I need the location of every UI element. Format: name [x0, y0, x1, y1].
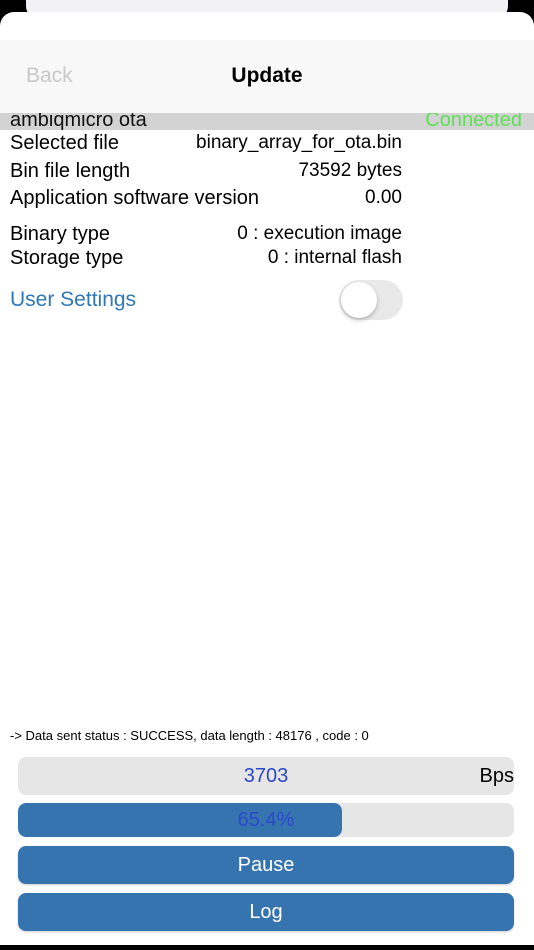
selected-file-label: Selected file	[10, 132, 119, 154]
transfer-rate-value: 3703	[243, 765, 289, 787]
log-button[interactable]: Log	[18, 893, 514, 931]
storage-type-label: Storage type	[10, 247, 124, 269]
toggle-knob	[341, 282, 377, 318]
bin-length-label: Bin file length	[10, 160, 131, 182]
upload-progress-bar: 65.4%	[18, 803, 514, 837]
page-title: Update	[231, 64, 303, 87]
app-version-label: Application software version	[10, 187, 260, 209]
update-sheet: ambiqmicro ota Connected Back Update Sel…	[0, 12, 534, 945]
app-version-value: 0.00	[365, 187, 402, 208]
binary-type-value: 0 : execution image	[237, 223, 402, 244]
navigation-bar: Back Update	[0, 40, 534, 113]
transfer-rate-bar: 3703 Bps	[18, 757, 514, 795]
transfer-rate-unit: Bps	[479, 765, 514, 787]
selected-file-value: binary_array_for_ota.bin	[196, 132, 402, 153]
progress-percent: 65.4%	[237, 809, 295, 831]
storage-type-value: 0 : internal flash	[267, 247, 402, 268]
user-settings-toggle[interactable]	[339, 280, 403, 320]
bin-length-value: 73592 bytes	[298, 160, 402, 181]
user-settings-label: User Settings	[10, 288, 137, 311]
pause-button[interactable]: Pause	[18, 846, 514, 884]
data-sent-status: -> Data sent status : SUCCESS, data leng…	[10, 728, 369, 743]
binary-type-label: Binary type	[10, 223, 111, 245]
